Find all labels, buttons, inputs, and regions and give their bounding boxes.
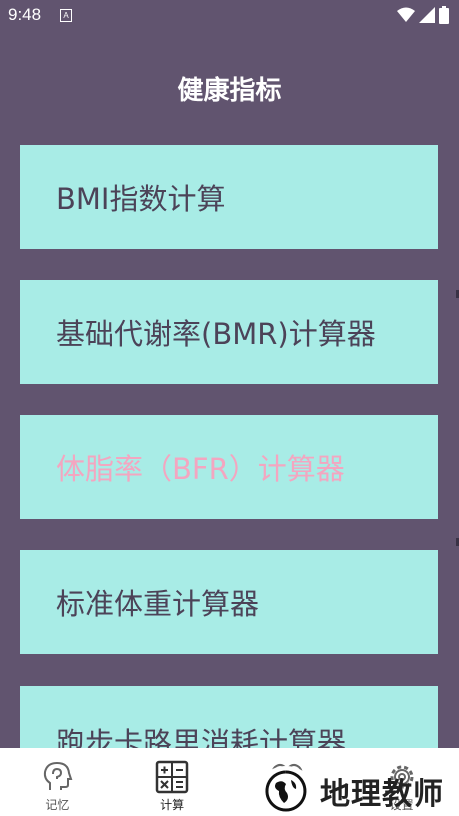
head-icon: [44, 761, 73, 790]
standard-weight-calculator-card[interactable]: 标准体重计算器: [20, 550, 438, 654]
status-icons: [397, 6, 449, 24]
notification-a-icon: A: [60, 9, 72, 22]
status-bar: 9:48 A: [0, 0, 459, 32]
card-label: 体脂率（BFR）计算器: [56, 452, 345, 486]
running-calorie-calculator-card[interactable]: 跑步卡路里消耗计算器: [20, 686, 438, 748]
card-label: BMI指数计算: [56, 182, 226, 216]
card-label: 基础代谢率(BMR)计算器: [56, 317, 376, 351]
bmr-calculator-card[interactable]: 基础代谢率(BMR)计算器: [20, 280, 438, 384]
nav-label: 记忆: [45, 798, 70, 812]
nav-item-calculate[interactable]: 计算: [115, 748, 230, 816]
card-label: 跑步卡路里消耗计算器: [56, 726, 347, 748]
watermark-text: 地理教师: [320, 777, 444, 812]
status-time: 9:48: [8, 5, 42, 24]
nav-item-memory[interactable]: 记忆: [0, 748, 115, 816]
page-title: 健康指标: [177, 76, 282, 106]
bfr-calculator-card[interactable]: 体脂率（BFR）计算器: [20, 415, 438, 519]
signal-icon: [419, 7, 435, 23]
wifi-icon: [397, 7, 415, 22]
calculator-icon: [155, 760, 189, 794]
watermark: 地理教师: [258, 766, 444, 816]
card-label: 标准体重计算器: [56, 587, 260, 621]
nav-label: 计算: [160, 798, 185, 812]
bmi-calculator-card[interactable]: BMI指数计算: [20, 145, 438, 249]
battery-icon: [439, 6, 449, 24]
watermark-logo-icon: [258, 766, 314, 816]
